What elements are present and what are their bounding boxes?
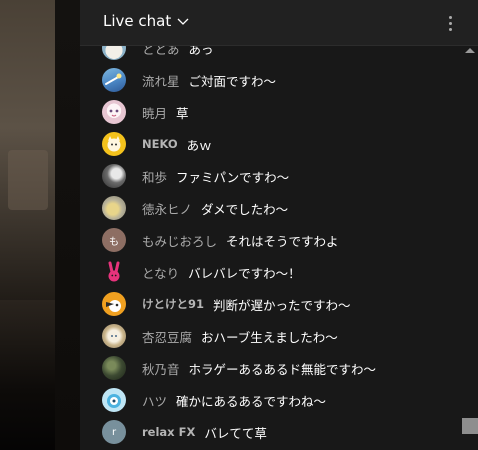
avatar-letter: r [111, 426, 117, 438]
gray-figure-avatar[interactable] [102, 164, 126, 188]
chat-title: Live chat [103, 12, 172, 30]
dark-green-avatar[interactable] [102, 356, 126, 380]
video-frame-highlight [8, 150, 48, 210]
chat-message-text: バレてて草 [204, 425, 267, 441]
chat-message-text: 草 [176, 105, 189, 121]
chat-author[interactable]: 徳永ヒノ [142, 199, 192, 218]
chevron-down-icon [177, 18, 189, 25]
chat-message[interactable]: NEKO あｗ [102, 129, 212, 159]
chat-message[interactable]: となり バレバレですわ～！ [102, 257, 301, 287]
shooting-star-avatar[interactable] [102, 68, 126, 92]
chat-message[interactable]: ハツ 確かにあるあるですわね〜 [102, 385, 326, 415]
chat-mode-dropdown[interactable]: Live chat [103, 12, 189, 30]
chat-author[interactable]: となり [142, 263, 179, 282]
chat-message-list[interactable]: ととあ あっ 流れ星 ご対面ですわ〜 暁月 草 NEKO あｗ 和歩 ファミパン… [80, 46, 478, 450]
video-frame-right [55, 0, 80, 450]
video-frame-bottom [0, 300, 55, 450]
scroll-up-arrow-icon[interactable] [465, 48, 475, 53]
video-player-area[interactable] [0, 0, 80, 450]
orange-character-avatar[interactable] [102, 292, 126, 316]
chat-message-text: おハーブ生えましたわ〜 [201, 329, 338, 345]
chat-author[interactable]: 杏忍豆腐 [142, 327, 192, 346]
chat-author[interactable]: もみじおろし [142, 231, 217, 250]
chat-author[interactable]: ハツ [142, 391, 167, 410]
cloud-avatar[interactable] [102, 46, 126, 60]
letter-avatar[interactable]: r [102, 420, 126, 444]
more-dot-icon [448, 21, 452, 25]
more-options-button[interactable] [440, 12, 460, 34]
chat-message-text: ホラゲーあるあるド無能ですわ〜 [188, 361, 377, 377]
anime-girl-avatar[interactable] [102, 100, 126, 124]
avatar-letter: も [109, 236, 119, 248]
chat-author[interactable]: relax FX [142, 425, 195, 439]
chat-author[interactable]: 流れ星 [142, 71, 180, 90]
chat-message-text: それはそうですわよ [226, 233, 339, 249]
chat-message[interactable]: 徳永ヒノ ダメでしたわ～ [102, 193, 288, 223]
chat-message[interactable]: 和歩 ファミパンですわ～ [102, 161, 289, 191]
chat-author[interactable]: 暁月 [142, 103, 167, 122]
chat-message-text: あｗ [186, 137, 212, 153]
chat-message[interactable]: r relax FX バレてて草 [102, 417, 267, 447]
chat-header: Live chat [80, 0, 478, 46]
cat-avatar[interactable] [102, 132, 126, 156]
chat-message[interactable]: 杏忍豆腐 おハーブ生えましたわ〜 [102, 321, 338, 351]
more-dot-icon [448, 15, 452, 19]
chat-message[interactable]: ととあ あっ [102, 46, 214, 63]
chat-message-text: ファミパンですわ～ [176, 169, 290, 185]
chat-message-text: ダメでしたわ～ [201, 201, 289, 217]
chat-message[interactable]: 秋乃音 ホラゲーあるあるド無能ですわ〜 [102, 353, 376, 383]
chat-author[interactable]: 和歩 [142, 167, 167, 186]
chat-message[interactable]: も もみじおろし それはそうですわよ [102, 225, 339, 255]
chat-message[interactable]: 暁月 草 [102, 97, 189, 127]
chat-message-text: バレバレですわ～！ [188, 265, 301, 281]
pink-rabbit-avatar[interactable] [102, 260, 126, 284]
blue-creature-avatar[interactable] [102, 388, 126, 412]
chat-message-text: 確かにあるあるですわね〜 [176, 393, 327, 409]
chat-message-text: ご対面ですわ〜 [188, 73, 277, 89]
chat-message[interactable]: けとけと91 判断が遅かったですわ～ [102, 289, 351, 319]
live-chat-panel: Live chat ととあ あっ 流れ星 ご対面ですわ〜 暁月 草 NEKO あ… [80, 0, 478, 450]
chat-author[interactable]: けとけと91 [142, 296, 204, 312]
chat-message-text: あっ [188, 46, 214, 57]
chat-author[interactable]: ととあ [142, 46, 180, 58]
chat-message-text: 判断が遅かったですわ～ [213, 297, 351, 313]
scrollbar-thumb[interactable] [462, 418, 478, 434]
letter-avatar[interactable]: も [102, 228, 126, 252]
chat-author[interactable]: NEKO [142, 137, 178, 151]
chat-author[interactable]: 秋乃音 [142, 359, 180, 378]
yellow-flower-avatar[interactable] [102, 196, 126, 220]
more-dot-icon [448, 27, 452, 31]
anime-character-avatar[interactable] [102, 324, 126, 348]
chat-message[interactable]: 流れ星 ご対面ですわ〜 [102, 65, 276, 95]
